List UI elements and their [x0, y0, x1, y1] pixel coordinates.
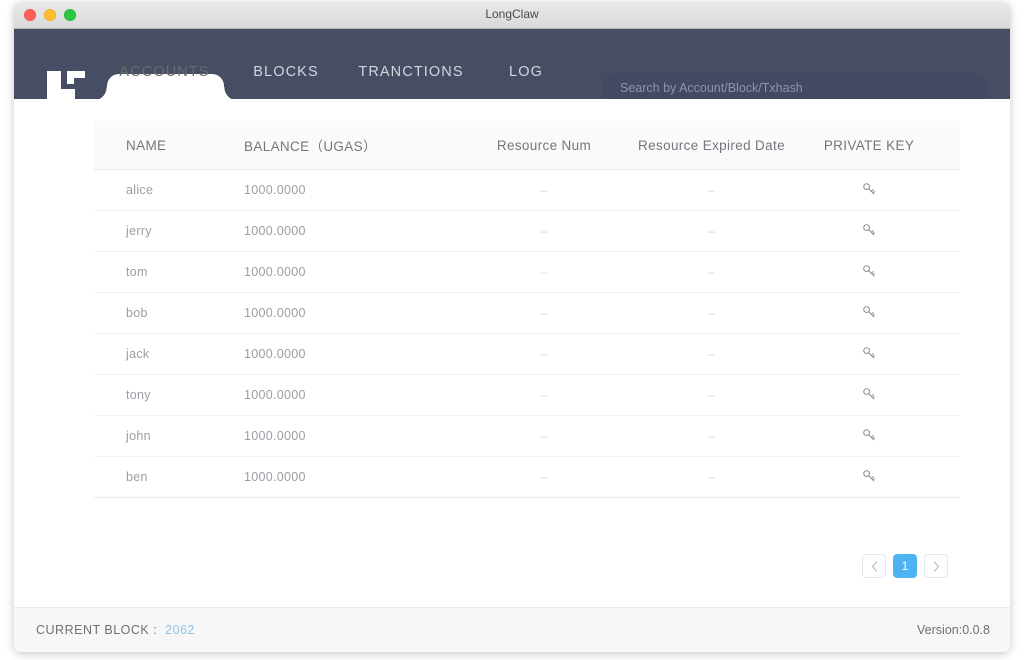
accounts-table: NAME BALANCE（UGAS） Resource Num Resource…: [94, 121, 960, 498]
column-header-balance: BALANCE（UGAS）: [244, 139, 377, 154]
tab-accounts[interactable]: ACCOUNTS: [106, 29, 223, 99]
chevron-left-icon[interactable]: [862, 554, 886, 578]
cell-balance: 1000.0000: [244, 183, 306, 197]
cell-resource-num: –: [540, 388, 548, 402]
cell-private-key: [799, 222, 939, 240]
app-logo-icon: [41, 69, 89, 99]
table-body: alice 1000.0000 – – jerry 1000.0000 – – tom 1000.…: [94, 170, 960, 498]
cell-balance: 1000.0000: [244, 388, 306, 402]
cell-name: bob: [126, 306, 148, 320]
cell-balance: 1000.0000: [244, 265, 306, 279]
cell-resource-num: –: [540, 470, 548, 484]
table-row: john 1000.0000 – –: [94, 416, 960, 457]
cell-private-key: [799, 427, 939, 445]
cell-name: jerry: [126, 224, 152, 238]
cell-resource-expired-date: –: [708, 183, 715, 197]
key-icon[interactable]: [861, 304, 878, 321]
tab-bubble-left-ear: [93, 87, 107, 99]
column-header-private-key: PRIVATE KEY: [823, 137, 915, 153]
cell-balance: 1000.0000: [244, 224, 306, 238]
tab-blocks[interactable]: BLOCKS: [231, 29, 341, 99]
main-content: NAME BALANCE（UGAS） Resource Num Resource…: [14, 99, 1010, 607]
cell-resource-expired-date: –: [708, 265, 715, 279]
cell-resource-num: –: [540, 265, 548, 279]
cell-resource-expired-date: –: [708, 306, 715, 320]
cell-name: john: [126, 429, 151, 443]
cell-resource-expired-date: –: [708, 224, 715, 238]
pagination-page-1[interactable]: 1: [893, 554, 917, 578]
cell-name: jack: [126, 347, 150, 361]
cell-name: tom: [126, 265, 148, 279]
cell-resource-expired-date: –: [708, 470, 715, 484]
table-row: ben 1000.0000 – –: [94, 457, 960, 498]
table-row: bob 1000.0000 – –: [94, 293, 960, 334]
cell-private-key: [799, 263, 939, 281]
cell-balance: 1000.0000: [244, 347, 306, 361]
cell-private-key: [799, 468, 939, 486]
chevron-right-icon[interactable]: [924, 554, 948, 578]
key-icon[interactable]: [861, 427, 878, 444]
window-titlebar: LongClaw: [14, 2, 1010, 29]
cell-resource-num: –: [540, 429, 548, 443]
cell-resource-num: –: [540, 183, 548, 197]
cell-resource-expired-date: –: [708, 388, 715, 402]
key-icon[interactable]: [861, 468, 878, 485]
cell-name: tony: [126, 388, 151, 402]
cell-resource-expired-date: –: [708, 429, 715, 443]
cell-resource-num: –: [540, 347, 548, 361]
cell-name: alice: [126, 183, 154, 197]
cell-resource-expired-date: –: [708, 347, 715, 361]
key-icon[interactable]: [861, 263, 878, 280]
current-block-status: CURRENT BLOCK : 2062: [36, 623, 195, 637]
cell-private-key: [799, 181, 939, 199]
tab-bubble-right-ear: [224, 87, 238, 99]
cell-private-key: [799, 304, 939, 322]
key-icon[interactable]: [861, 386, 878, 403]
cell-private-key: [799, 386, 939, 404]
search-input[interactable]: [602, 72, 988, 99]
app-window: LongClaw ACCOUNTS BLOCKS TRANCTIONS LOG …: [14, 2, 1010, 652]
navigation-bar: ACCOUNTS BLOCKS TRANCTIONS LOG: [14, 29, 1010, 99]
table-row: jack 1000.0000 – –: [94, 334, 960, 375]
status-bar: CURRENT BLOCK : 2062 Version:0.0.8: [14, 607, 1010, 652]
table-row: alice 1000.0000 – –: [94, 170, 960, 211]
table-row: jerry 1000.0000 – –: [94, 211, 960, 252]
desktop-backdrop: LongClaw ACCOUNTS BLOCKS TRANCTIONS LOG …: [0, 0, 1024, 660]
window-title: LongClaw: [485, 7, 539, 21]
cell-balance: 1000.0000: [244, 429, 306, 443]
cell-balance: 1000.0000: [244, 470, 306, 484]
current-block-value: 2062: [165, 623, 195, 637]
cell-name: ben: [126, 470, 148, 484]
table-header-row: NAME BALANCE（UGAS） Resource Num Resource…: [94, 121, 960, 170]
cell-resource-num: –: [540, 224, 548, 238]
cell-resource-num: –: [540, 306, 548, 320]
table-row: tom 1000.0000 – –: [94, 252, 960, 293]
key-icon[interactable]: [861, 222, 878, 239]
tab-tranctions[interactable]: TRANCTIONS: [331, 29, 491, 99]
pagination: 1: [862, 554, 948, 578]
tab-log[interactable]: LOG: [481, 29, 571, 99]
cell-private-key: [799, 345, 939, 363]
table-row: tony 1000.0000 – –: [94, 375, 960, 416]
current-block-label: CURRENT BLOCK :: [36, 623, 158, 637]
key-icon[interactable]: [861, 181, 878, 198]
version-label: Version:0.0.8: [917, 623, 990, 637]
column-header-resource-num: Resource Num: [496, 137, 592, 153]
key-icon[interactable]: [861, 345, 878, 362]
column-header-resource-expired-date: Resource Expired Date: [638, 137, 785, 153]
cell-balance: 1000.0000: [244, 306, 306, 320]
column-header-name: NAME: [126, 137, 167, 153]
